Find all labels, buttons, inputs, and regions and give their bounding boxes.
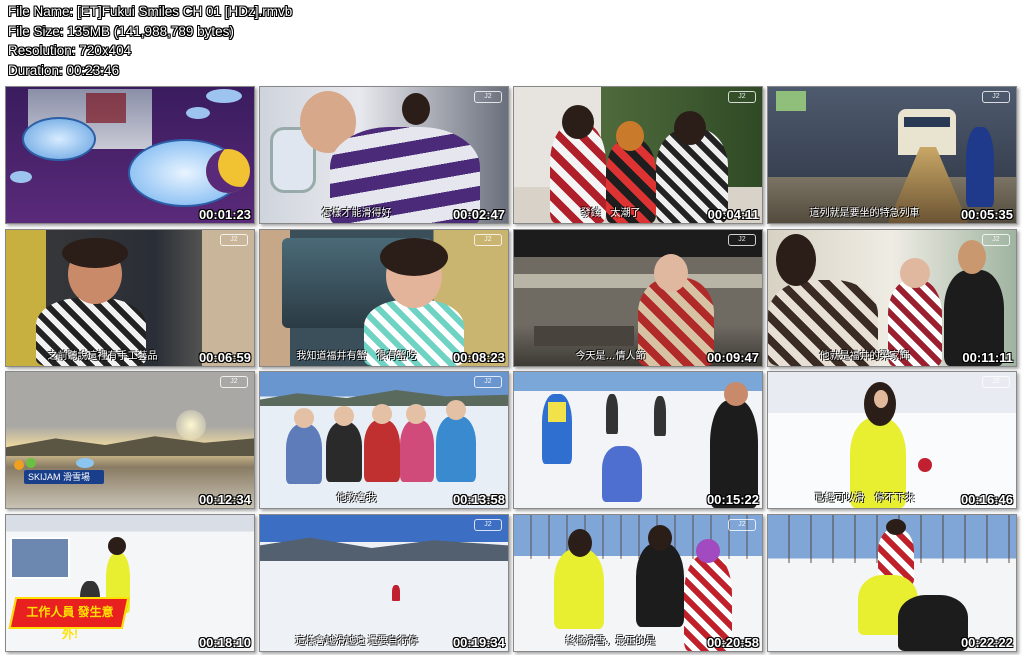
subtitle: 終極滑雪，最正的是 bbox=[565, 636, 656, 647]
channel-logo: J2 bbox=[728, 519, 756, 531]
thumbnail[interactable]: J2 他教會我 00:13:58 bbox=[259, 371, 509, 509]
timestamp: 00:06:59 bbox=[198, 350, 251, 365]
subtitle: 他教會我 bbox=[336, 493, 377, 504]
timestamp: 00:22:22 bbox=[960, 635, 1013, 650]
subtitle: 怎樣才能滑得好 bbox=[321, 208, 392, 219]
channel-logo: J2 bbox=[220, 234, 248, 246]
thumbnail[interactable]: J2 今天是…情人節 00:09:47 bbox=[513, 229, 763, 367]
timestamp: 00:04:11 bbox=[707, 207, 759, 222]
timestamp: 00:13:58 bbox=[452, 492, 505, 507]
thumbnail[interactable]: 00:01:23 bbox=[5, 86, 255, 224]
banner-text: 工作人員 發生意外! bbox=[26, 605, 114, 641]
timestamp: 00:19:34 bbox=[452, 635, 505, 650]
channel-logo: J2 bbox=[474, 91, 502, 103]
timestamp: 00:12:34 bbox=[198, 492, 251, 507]
channel-logo: J2 bbox=[982, 234, 1010, 246]
thumbnail[interactable]: SKIJAM 滑雪場 J2 00:12:34 bbox=[5, 371, 255, 509]
subtitle: 發錢 太潮了 bbox=[580, 208, 641, 219]
subtitle: 之前聽說這裡有手工藝品 bbox=[47, 351, 158, 362]
thumbnail[interactable]: 00:15:22 bbox=[513, 371, 763, 509]
timestamp: 00:08:23 bbox=[452, 350, 505, 365]
subtitle: 他就是福井的梁家輝 bbox=[819, 351, 910, 362]
subtitle: 已經可以滑 停不下來 bbox=[814, 493, 915, 504]
skijam-label: SKIJAM 滑雪場 bbox=[24, 470, 104, 484]
timestamp: 00:05:35 bbox=[960, 207, 1013, 222]
thumbnail[interactable]: J2 這列就是要坐的特急列車 00:05:35 bbox=[767, 86, 1017, 224]
thumbnail[interactable]: J2 這樣會越滑越遠 還要自行停 00:19:34 bbox=[259, 514, 509, 652]
channel-logo: J2 bbox=[474, 376, 502, 388]
file-name: File Name: [ET]Fukui Smiles CH 01 [HDz].… bbox=[8, 4, 293, 19]
thumbnail[interactable]: 工作人員 發生意外! 00:18:10 bbox=[5, 514, 255, 652]
timestamp: 00:15:22 bbox=[706, 492, 759, 507]
thumbnail[interactable]: J2 已經可以滑 停不下來 00:16:46 bbox=[767, 371, 1017, 509]
thumbnail[interactable]: 00:22:22 bbox=[767, 514, 1017, 652]
thumbnail[interactable]: J2 發錢 太潮了 00:04:11 bbox=[513, 86, 763, 224]
subtitle: 我知道福井有蟹 很有蟹吃 bbox=[296, 351, 417, 362]
subtitle: 這樣會越滑越遠 還要自行停 bbox=[295, 636, 418, 647]
thumbnail[interactable]: J2 我知道福井有蟹 很有蟹吃 00:08:23 bbox=[259, 229, 509, 367]
subtitle: 這列就是要坐的特急列車 bbox=[809, 208, 920, 219]
thumbnail[interactable]: J2 終極滑雪，最正的是 00:20:58 bbox=[513, 514, 763, 652]
file-info: File Name: [ET]Fukui Smiles CH 01 [HDz].… bbox=[8, 2, 292, 80]
duration: Duration: 00:23:46 bbox=[8, 62, 120, 78]
subtitle: 今天是…情人節 bbox=[575, 351, 646, 362]
thumbnail[interactable]: J2 怎樣才能滑得好 00:02:47 bbox=[259, 86, 509, 224]
timestamp: 00:01:23 bbox=[198, 207, 251, 222]
thumbnail[interactable]: J2 他就是福井的梁家輝 00:11:11 bbox=[767, 229, 1017, 367]
thumbnail[interactable]: J2 之前聽說這裡有手工藝品 00:06:59 bbox=[5, 229, 255, 367]
channel-logo: J2 bbox=[982, 376, 1010, 388]
timestamp: 00:20:58 bbox=[706, 635, 759, 650]
timestamp: 00:11:11 bbox=[962, 350, 1013, 365]
timestamp: 00:16:46 bbox=[960, 492, 1013, 507]
channel-logo: J2 bbox=[474, 519, 502, 531]
file-size: File Size: 135MB (141,988,789 bytes) bbox=[8, 23, 234, 39]
channel-logo: J2 bbox=[474, 234, 502, 246]
timestamp: 00:09:47 bbox=[706, 350, 759, 365]
timestamp: 00:18:10 bbox=[198, 635, 251, 650]
resolution: Resolution: 720x404 bbox=[8, 43, 132, 58]
timestamp: 00:02:47 bbox=[452, 207, 505, 222]
channel-logo: J2 bbox=[728, 91, 756, 103]
channel-logo: J2 bbox=[220, 376, 248, 388]
channel-logo: J2 bbox=[728, 234, 756, 246]
channel-logo: J2 bbox=[982, 91, 1010, 103]
